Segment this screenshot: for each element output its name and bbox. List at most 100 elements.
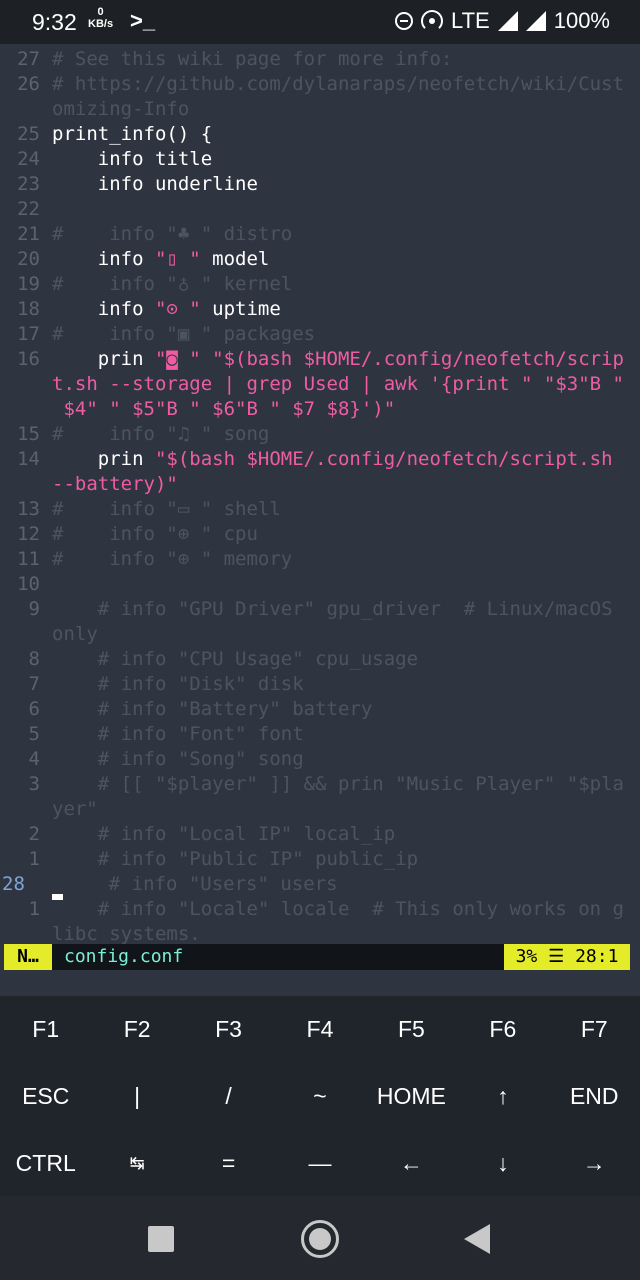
key-end[interactable]: END [549,1063,640,1129]
code-line[interactable]: 5 # info "Font" font [0,722,640,747]
code-text: print_info() { [52,123,213,145]
code-text: # info "♣ " distro [52,223,293,245]
key-f6[interactable]: F6 [457,996,548,1062]
code-line[interactable]: 9 # info "GPU Driver" gpu_driver # Linux… [0,597,640,622]
code-text: yer" [52,798,98,820]
code-line[interactable]: 27 # See this wiki page for more info: [0,47,640,72]
code-text: prin "$(bash $HOME/.config/neofetch/scri… [52,447,613,472]
key-esc[interactable]: ESC [0,1063,91,1129]
code-string: "$(bash $HOME/.config/neofetch/script.sh [154,448,613,470]
code-text: # info "♫ " song [52,423,270,445]
key-pipe[interactable]: | [91,1063,182,1129]
key-tab[interactable]: ↹ [91,1130,182,1196]
key-equals[interactable]: = [183,1130,274,1196]
hotspot-icon [421,10,443,32]
recents-button[interactable] [148,1226,174,1252]
key-left-arrow[interactable]: ← [366,1130,457,1196]
code-line[interactable]: 13 # info "▭ " shell [0,497,640,522]
code-text: # info "Locale" locale # This only works… [52,898,624,920]
code-line[interactable]: 20 info "▯ " model [0,247,640,272]
code-line[interactable]: 19 # info "♁ " kernel [0,272,640,297]
code-line[interactable]: 6 # info "Battery" battery [0,697,640,722]
code-line[interactable]: 8 # info "CPU Usage" cpu_usage [0,647,640,672]
code-line[interactable]: $4" " $5"B " $6"B " $7 $8}')" [0,397,640,422]
code-text: # info "Font" font [52,723,304,745]
code-line[interactable]: 1 # info "Locale" locale # This only wor… [0,897,640,922]
code-text: libc systems. [52,923,201,944]
code-line[interactable]: 26 # https://github.com/dylanaraps/neofet… [0,72,640,97]
code-text: # info "⊕ " cpu [52,523,258,545]
key-ctrl[interactable]: CTRL [0,1130,91,1196]
key-up-arrow[interactable]: ↑ [457,1063,548,1129]
code-text: info underline [52,173,258,195]
line-number: 27 [17,48,40,70]
line-number: 9 [28,598,40,620]
file-name: config.conf [64,946,184,967]
code-line[interactable]: 24 info title [0,147,640,172]
code-text-tail: model [200,248,270,270]
key-f3[interactable]: F3 [183,996,274,1062]
line-number: 7 [28,673,40,695]
line-number: 17 [17,323,40,345]
key-home[interactable]: HOME [366,1063,457,1129]
code-line[interactable]: 17 # info "▣ " packages [0,322,640,347]
code-keyword: info [52,248,155,270]
signal-icon [497,11,518,31]
code-line[interactable]: 10 [0,572,640,597]
code-line[interactable]: 18 info "⊙ " uptime [0,297,640,322]
code-text: # info "Battery" battery [52,698,373,720]
back-button[interactable] [464,1224,490,1254]
code-line[interactable]: 14 prin "$(bash $HOME/.config/neofetch/s… [0,447,640,472]
code-line[interactable]: 15 # info "♫ " song [0,422,640,447]
key-f7[interactable]: F7 [549,996,640,1062]
code-line[interactable]: 12 # info "⊕ " cpu [0,522,640,547]
line-number: 21 [17,223,40,245]
line-number: 3 [28,773,40,795]
code-text: prin "◙ " "$(bash $HOME/.config/neofetch… [52,347,624,372]
code-line[interactable]: 25 print_info() { [0,122,640,147]
code-string: "▯ " [154,248,201,270]
key-dash[interactable]: — [274,1130,365,1196]
code-line[interactable]: 28 # info "Users" users [0,872,640,900]
code-line[interactable]: only [0,622,640,647]
line-number: 4 [28,748,40,770]
code-line[interactable]: 23 info underline [0,172,640,197]
code-string: "◙ " "$(bash $HOME/.config/neofetch/scri… [154,348,624,370]
code-line[interactable]: omizing-Info [0,97,640,122]
code-line[interactable]: 3 # [[ "$player" ]] && prin "Music Playe… [0,772,640,797]
code-line[interactable]: t.sh --storage | grep Used | awk '{print… [0,372,640,397]
code-line[interactable]: 21 # info "♣ " distro [0,222,640,247]
code-comment: # info "Users" users [63,873,338,895]
key-right-arrow[interactable]: → [549,1130,640,1196]
code-text: t.sh --storage | grep Used | awk '{print… [52,373,624,395]
code-line[interactable]: 7 # info "Disk" disk [0,672,640,697]
key-f5[interactable]: F5 [366,996,457,1062]
code-line[interactable]: 1 # info "Public IP" public_ip [0,847,640,872]
code-keyword: info [52,298,155,320]
key-slash[interactable]: / [183,1063,274,1129]
key-f1[interactable]: F1 [0,996,91,1062]
code-line[interactable]: yer" [0,797,640,822]
key-f4[interactable]: F4 [274,996,365,1062]
code-editor[interactable]: 27 # See this wiki page for more info: 26 #… [0,47,640,944]
line-number: 26 [17,73,40,95]
line-number: 16 [17,348,40,370]
code-line[interactable]: --battery)" [0,472,640,497]
key-f2[interactable]: F2 [91,996,182,1062]
code-line[interactable]: libc systems. [0,922,640,944]
code-text: # [[ "$player" ]] && prin "Music Player"… [52,773,624,795]
key-down-arrow[interactable]: ↓ [457,1130,548,1196]
code-text: --battery)" [52,473,178,495]
code-line[interactable]: 4 # info "Song" song [0,747,640,772]
code-line[interactable]: 2 # info "Local IP" local_ip [0,822,640,847]
code-text: info "▯ " model [52,247,270,272]
code-line[interactable]: 11 # info "⊕ " memory [0,547,640,572]
line-number: 22 [17,198,40,220]
code-line[interactable]: 22 [0,197,640,222]
keys-row-1: F1 F2 F3 F4 F5 F6 F7 [0,996,640,1062]
key-tilde[interactable]: ~ [274,1063,365,1129]
code-text: omizing-Info [52,98,190,120]
line-number: 1 [28,898,40,920]
code-line[interactable]: 16 prin "◙ " "$(bash $HOME/.config/neofe… [0,347,640,372]
home-button[interactable] [301,1220,339,1258]
